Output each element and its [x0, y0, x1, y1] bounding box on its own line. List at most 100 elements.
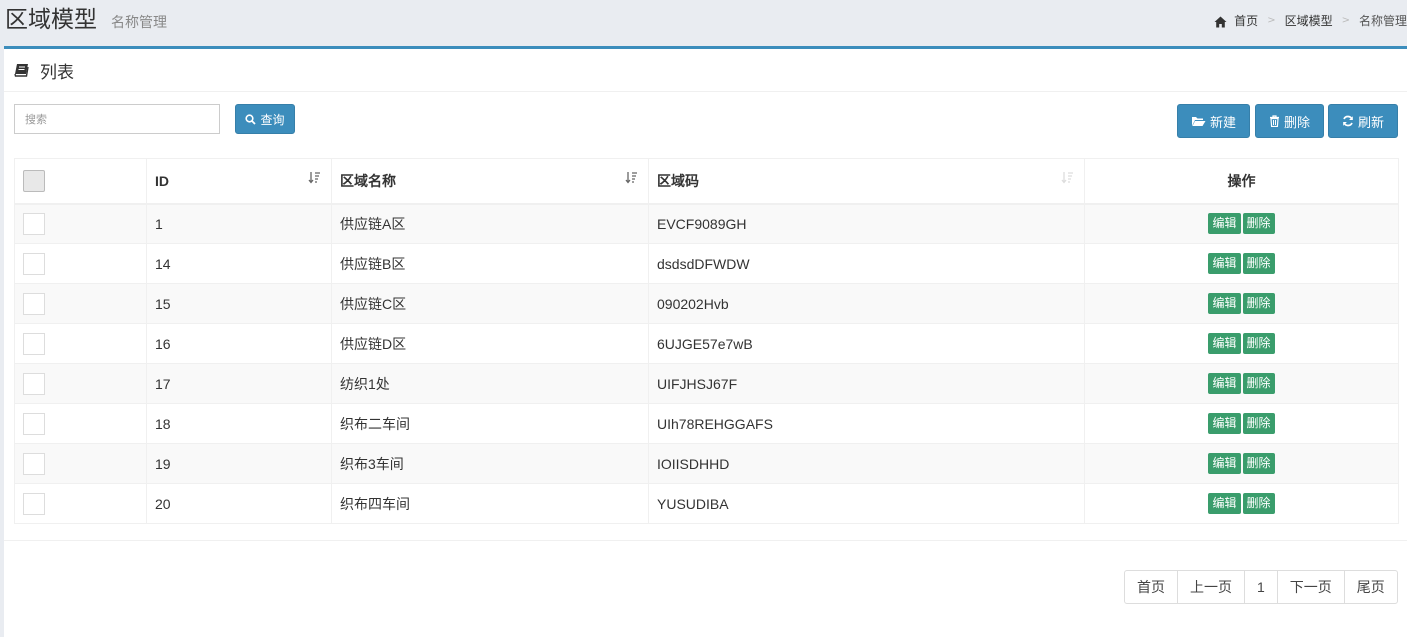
row-edit-button[interactable]: 编辑 — [1208, 253, 1241, 274]
row-checkbox[interactable] — [23, 292, 45, 315]
row-check-cell — [14, 483, 147, 524]
cell-region-code: UIFJHSJ67F — [648, 363, 1085, 404]
row-edit-button[interactable]: 编辑 — [1208, 493, 1241, 514]
cell-actions: 编辑 删除 — [1084, 363, 1399, 404]
cell-region-name: 供应链C区 — [331, 283, 649, 324]
cell-actions: 编辑 删除 — [1084, 283, 1399, 324]
row-delete-button[interactable]: 删除 — [1242, 453, 1275, 474]
row-delete-button[interactable]: 删除 — [1242, 293, 1275, 314]
row-checkbox[interactable] — [23, 252, 45, 275]
cell-id: 16 — [146, 323, 332, 364]
row-edit-button[interactable]: 编辑 — [1208, 293, 1241, 314]
row-check-cell — [14, 283, 147, 324]
search-input[interactable] — [14, 104, 220, 134]
cell-actions: 编辑 删除 — [1084, 403, 1399, 444]
row-delete-button[interactable]: 删除 — [1242, 413, 1275, 434]
column-header-label: 区域码 — [657, 172, 699, 189]
cell-region-name: 供应链B区 — [331, 243, 649, 284]
cell-actions: 编辑 删除 — [1084, 323, 1399, 364]
row-edit-button[interactable]: 编辑 — [1208, 373, 1241, 394]
row-checkbox[interactable] — [23, 332, 45, 355]
table-row: 17 纺织1处 UIFJHSJ67F 编辑 删除 — [14, 363, 1399, 404]
row-check-cell — [14, 243, 147, 284]
cell-region-name: 供应链A区 — [331, 203, 649, 244]
select-all-checkbox[interactable] — [23, 169, 45, 192]
cell-region-code: EVCF9089GH — [648, 203, 1085, 244]
table-row: 16 供应链D区 6UJGE57e7wB 编辑 删除 — [14, 323, 1399, 364]
delete-button-label: 删除 — [1283, 115, 1310, 131]
cell-id: 15 — [146, 283, 332, 324]
row-delete-button[interactable]: 删除 — [1242, 333, 1275, 354]
cell-region-code: 6UJGE57e7wB — [648, 323, 1085, 364]
region-table: ID 区域名称 区域码 操作 1 供应链A区 EVCF9089GH 编辑 删除 … — [14, 158, 1399, 524]
row-edit-button[interactable]: 编辑 — [1208, 333, 1241, 354]
table-row: 15 供应链C区 090202Hvb 编辑 删除 — [14, 283, 1399, 324]
row-check-cell — [14, 203, 147, 244]
row-delete-button[interactable]: 删除 — [1242, 373, 1275, 394]
new-button-label: 新建 — [1209, 115, 1236, 131]
breadcrumb-separator: > — [1267, 15, 1276, 26]
column-header-label: 区域名称 — [340, 172, 396, 189]
row-edit-button[interactable]: 编辑 — [1208, 213, 1241, 235]
row-checkbox[interactable] — [23, 492, 45, 515]
footer-divider — [4, 540, 1407, 541]
book-icon — [14, 63, 30, 77]
pagination: 首页 上一页 1 下一页 尾页 — [1124, 570, 1398, 604]
page-last-button[interactable]: 尾页 — [1343, 571, 1397, 603]
breadcrumb-separator: > — [1341, 15, 1350, 26]
breadcrumb-home-link[interactable]: 首页 — [1234, 12, 1258, 30]
page-first-button[interactable]: 首页 — [1125, 571, 1177, 603]
row-delete-button[interactable]: 删除 — [1242, 213, 1275, 235]
cell-region-code: IOIISDHHD — [648, 443, 1085, 484]
query-button-label: 查询 — [260, 112, 285, 127]
row-checkbox[interactable] — [23, 412, 45, 435]
row-checkbox[interactable] — [23, 372, 45, 395]
delete-button[interactable]: 删除 — [1255, 104, 1324, 138]
list-panel: 列表 查询 新建 删除 刷新 — [4, 46, 1407, 637]
sort-icon[interactable] — [625, 171, 638, 187]
cell-region-code: YUSUDIBA — [648, 483, 1085, 524]
breadcrumb-current: 名称管理 — [1358, 14, 1407, 28]
cell-actions: 编辑 删除 — [1084, 203, 1399, 244]
page-title: 区域模型 — [5, 7, 97, 33]
table-row: 1 供应链A区 EVCF9089GH 编辑 删除 — [14, 203, 1399, 244]
sort-icon[interactable] — [308, 171, 321, 187]
column-header-label: ID — [155, 172, 169, 189]
page-next-button[interactable]: 下一页 — [1276, 571, 1344, 603]
table-row: 14 供应链B区 dsdsdDFWDW 编辑 删除 — [14, 243, 1399, 284]
refresh-button[interactable]: 刷新 — [1328, 104, 1398, 138]
row-check-cell — [14, 403, 147, 444]
table-body: 1 供应链A区 EVCF9089GH 编辑 删除 14 供应链B区 dsdsdDF… — [14, 203, 1399, 524]
panel-heading: 列表 — [4, 49, 1407, 92]
query-button[interactable]: 查询 — [235, 104, 295, 134]
page-current-button[interactable]: 1 — [1244, 571, 1277, 603]
table-header-row: ID 区域名称 区域码 操作 — [14, 158, 1399, 205]
row-delete-button[interactable]: 删除 — [1242, 493, 1275, 514]
row-check-cell — [14, 323, 147, 364]
page-prev-button[interactable]: 上一页 — [1177, 571, 1244, 603]
column-header-id[interactable]: ID — [146, 158, 332, 205]
select-all-cell — [14, 158, 147, 205]
row-checkbox[interactable] — [23, 212, 45, 235]
cell-region-name: 织布3车间 — [331, 443, 649, 484]
sort-icon[interactable] — [1061, 171, 1074, 187]
cell-id: 19 — [146, 443, 332, 484]
cell-actions: 编辑 删除 — [1084, 443, 1399, 484]
new-button[interactable]: 新建 — [1177, 104, 1250, 138]
breadcrumb: 首页 > 区域模型 > 名称管理 — [1214, 12, 1407, 30]
cell-region-code: dsdsdDFWDW — [648, 243, 1085, 284]
cell-region-name: 织布二车间 — [331, 403, 649, 444]
column-header-actions: 操作 — [1084, 158, 1399, 205]
row-delete-button[interactable]: 删除 — [1242, 253, 1275, 274]
row-check-cell — [14, 363, 147, 404]
cell-actions: 编辑 删除 — [1084, 243, 1399, 284]
column-header-region-code[interactable]: 区域码 — [648, 158, 1085, 205]
column-header-region-name[interactable]: 区域名称 — [331, 158, 649, 205]
row-checkbox[interactable] — [23, 452, 45, 475]
row-edit-button[interactable]: 编辑 — [1208, 413, 1241, 434]
breadcrumb-region-model-link[interactable]: 区域模型 — [1285, 12, 1333, 30]
search-icon — [245, 113, 257, 125]
row-edit-button[interactable]: 编辑 — [1208, 453, 1241, 474]
cell-region-name: 织布四车间 — [331, 483, 649, 524]
cell-region-name: 供应链D区 — [331, 323, 649, 364]
